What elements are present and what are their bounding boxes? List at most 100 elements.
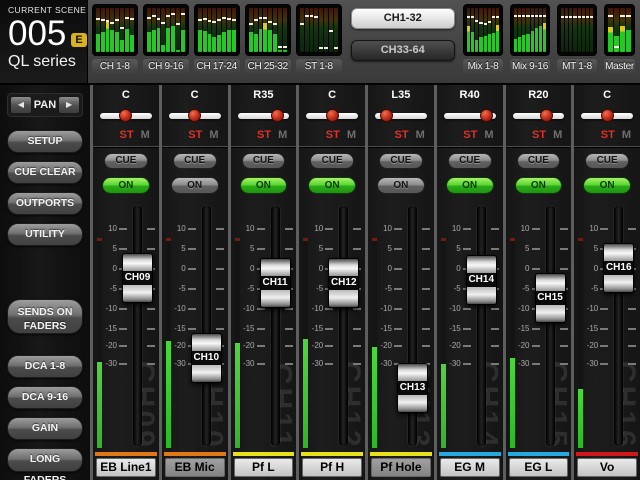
- pan-slider[interactable]: [512, 109, 565, 123]
- on-button[interactable]: ON: [514, 177, 563, 194]
- pan-knob[interactable]: [271, 109, 285, 122]
- pan-slider[interactable]: [443, 109, 496, 123]
- left-arrow-icon[interactable]: ◀: [10, 96, 32, 114]
- bank-button-ch33-64[interactable]: CH33-64: [350, 40, 455, 61]
- meter-block: [91, 4, 138, 56]
- meter-group-ch-9-16[interactable]: CH 9-16: [142, 4, 189, 83]
- pan-knob[interactable]: [540, 109, 554, 122]
- fader-scale-tick-left: [600, 227, 609, 230]
- channel-name-label[interactable]: Pf Hole: [371, 458, 431, 477]
- sidebar-button-setup[interactable]: SETUP: [7, 130, 83, 153]
- cue-button[interactable]: CUE: [104, 153, 148, 169]
- fader-track[interactable]: [545, 206, 555, 446]
- meter-group-ch-1-8[interactable]: CH 1-8: [91, 4, 138, 83]
- fader-cap[interactable]: CH09: [122, 252, 153, 303]
- meter-group-ch-25-32[interactable]: CH 25-32: [244, 4, 291, 83]
- pan-knob[interactable]: [600, 109, 614, 122]
- meter-bar: [120, 8, 124, 52]
- pan-knob[interactable]: [188, 109, 202, 122]
- fader-cap[interactable]: CH11: [259, 257, 291, 308]
- fader-cap[interactable]: CH12: [328, 257, 360, 308]
- cue-button[interactable]: CUE: [172, 153, 217, 169]
- sidebar-button-dca-9-16[interactable]: DCA 9-16: [7, 386, 83, 409]
- channel-name-label[interactable]: Pf H: [302, 458, 362, 477]
- fader-cap[interactable]: CH14: [465, 255, 497, 305]
- fader-scale-tick-right: [490, 307, 499, 310]
- meter-fill: [115, 32, 120, 52]
- on-button[interactable]: ON: [239, 177, 288, 194]
- cue-button[interactable]: CUE: [516, 153, 561, 169]
- on-button[interactable]: ON: [102, 177, 150, 194]
- sidebar-button-outports[interactable]: OUTPORTS: [7, 192, 83, 215]
- cue-button[interactable]: CUE: [447, 153, 492, 169]
- on-button[interactable]: ON: [170, 177, 219, 194]
- fader-cap[interactable]: CH13: [397, 362, 428, 413]
- meter-bar: [156, 8, 161, 52]
- sidebar-button-long-faders[interactable]: LONG FADERS: [7, 448, 83, 480]
- strip-divider: [161, 146, 228, 147]
- fader-cap-bottom: [123, 284, 152, 302]
- fader-scale-tick-right: [422, 345, 430, 347]
- pan-knob[interactable]: [379, 109, 393, 122]
- channel-name-label[interactable]: Pf L: [233, 458, 294, 477]
- meter-group-label: Mix 9-16: [510, 59, 550, 74]
- pan-slider[interactable]: [237, 109, 290, 123]
- sidebar-button-gain[interactable]: GAIN: [7, 417, 83, 440]
- pan-slider[interactable]: [100, 109, 152, 123]
- fader-cap[interactable]: CH16: [603, 242, 635, 293]
- fader-scale-tick-right: [422, 227, 430, 230]
- on-button[interactable]: ON: [377, 177, 425, 194]
- channel-name-label[interactable]: Vo: [577, 458, 637, 477]
- bank-button-ch1-32[interactable]: CH1-32: [350, 8, 455, 29]
- meter-group-master[interactable]: Master: [604, 4, 635, 83]
- fader-position-dash: [333, 47, 338, 50]
- fader-track[interactable]: [201, 206, 211, 446]
- fader-cap-bottom: [466, 287, 496, 304]
- sidebar-button-cue-clear[interactable]: CUE CLEAR: [7, 161, 83, 184]
- fader-position-dash: [129, 18, 134, 21]
- mono-assign-indicator: M: [621, 129, 631, 141]
- meter-group-mix-1-8[interactable]: Mix 1-8: [463, 4, 503, 83]
- on-button[interactable]: ON: [308, 177, 356, 194]
- pan-slider[interactable]: [375, 109, 427, 123]
- sidebar-button-sends-on-faders[interactable]: SENDS ON FADERS: [7, 299, 83, 335]
- meter-group-mix-9-16[interactable]: Mix 9-16: [510, 4, 550, 83]
- channel-name-label[interactable]: EG M: [439, 458, 500, 477]
- cue-button[interactable]: CUE: [310, 153, 354, 169]
- cue-button[interactable]: CUE: [379, 153, 423, 169]
- channel-name-label[interactable]: EB Mic: [164, 458, 225, 477]
- right-arrow-icon[interactable]: ▶: [58, 96, 80, 114]
- sidebar-button-utility[interactable]: UTILITY: [7, 223, 83, 246]
- fader-track[interactable]: [339, 206, 349, 446]
- fader-cap-label: CH11: [260, 275, 290, 290]
- meter-fill: [129, 35, 134, 52]
- meter-bar: [258, 8, 263, 52]
- on-button[interactable]: ON: [445, 177, 494, 194]
- channel-name-label[interactable]: EB Line1: [96, 458, 156, 477]
- meter-fill: [253, 34, 258, 52]
- header: CURRENT SCENE 005 E QL series CH 1-8 CH 9…: [0, 0, 640, 85]
- fader-scale-label: -5: [316, 283, 324, 293]
- cue-button[interactable]: CUE: [241, 153, 286, 169]
- pan-knob[interactable]: [119, 109, 133, 122]
- fader-track[interactable]: [133, 206, 142, 446]
- meter-group-ch-17-24[interactable]: CH 17-24: [193, 4, 240, 83]
- fader-position-dash: [217, 19, 222, 22]
- meter-group-st-1-8[interactable]: ST 1-8: [295, 4, 342, 83]
- fader-cap[interactable]: CH10: [190, 332, 222, 383]
- pan-slider[interactable]: [168, 109, 221, 123]
- meter-group-mt-1-8[interactable]: MT 1-8: [557, 4, 597, 83]
- cue-button[interactable]: CUE: [585, 153, 629, 169]
- pan-slider[interactable]: [306, 109, 358, 123]
- fader-scale-label: -30: [586, 358, 599, 368]
- on-button[interactable]: ON: [583, 177, 631, 194]
- channel-name-label[interactable]: EG L: [508, 458, 569, 477]
- fader-cap[interactable]: CH15: [534, 272, 566, 323]
- pan-slider[interactable]: [581, 109, 633, 123]
- fader-track[interactable]: [476, 206, 486, 446]
- pan-knob[interactable]: [479, 109, 493, 122]
- sidebar-button-dca-1-8[interactable]: DCA 1-8: [7, 355, 83, 378]
- fader-track[interactable]: [270, 206, 280, 446]
- meter-bar: [231, 8, 236, 52]
- pan-knob[interactable]: [325, 109, 339, 122]
